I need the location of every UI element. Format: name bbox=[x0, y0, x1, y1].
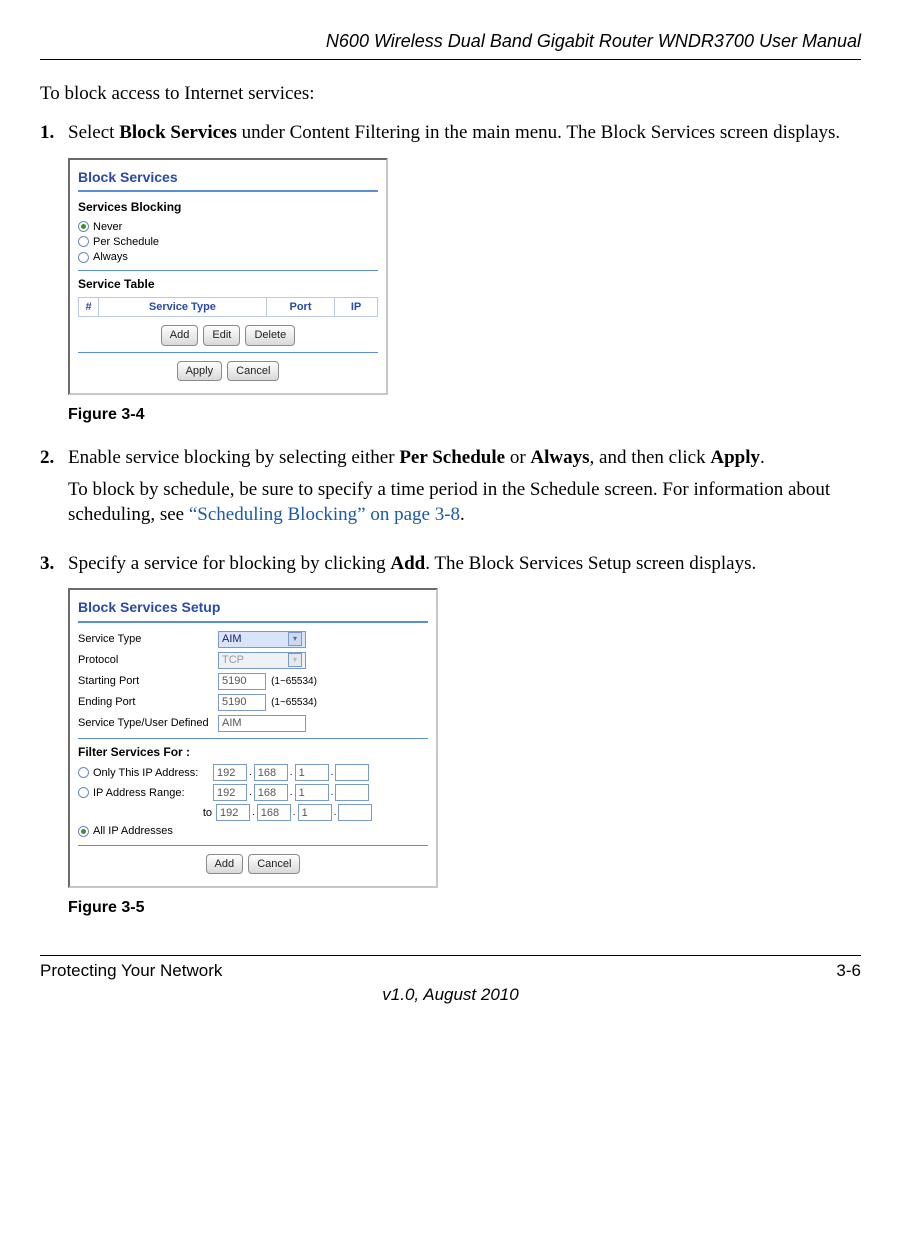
ip-octet-4[interactable] bbox=[338, 804, 372, 821]
ip-octet-3[interactable]: 1 bbox=[295, 784, 329, 801]
starting-port-hint: (1~65534) bbox=[271, 676, 317, 687]
step-2: 2. Enable service blocking by selecting … bbox=[40, 446, 861, 540]
only-ip-inputs: 192. 168. 1. bbox=[213, 764, 369, 781]
step-2-number: 2. bbox=[40, 446, 68, 540]
col-port: Port bbox=[266, 298, 334, 317]
panel-title: Block Services Setup bbox=[78, 594, 428, 618]
edit-button[interactable]: Edit bbox=[203, 325, 240, 345]
ip-octet-3[interactable]: 1 bbox=[298, 804, 332, 821]
block-services-setup-screenshot: Block Services Setup Service Type AIM ▾ … bbox=[68, 588, 438, 887]
figure-3-5: Block Services Setup Service Type AIM ▾ … bbox=[68, 588, 861, 887]
service-table: # Service Type Port IP bbox=[78, 297, 378, 317]
radio-always[interactable]: Always bbox=[78, 250, 378, 264]
ip-octet-1[interactable]: 192 bbox=[216, 804, 250, 821]
range-to-inputs: 192. 168. 1. bbox=[216, 804, 372, 821]
ip-octet-1[interactable]: 192 bbox=[213, 764, 247, 781]
ip-octet-4[interactable] bbox=[335, 764, 369, 781]
chevron-down-icon: ▾ bbox=[288, 653, 302, 667]
page-footer: Protecting Your Network 3-6 v1.0, August… bbox=[40, 955, 861, 1006]
step-3-number: 3. bbox=[40, 552, 68, 577]
divider bbox=[78, 190, 378, 192]
protocol-select[interactable]: TCP ▾ bbox=[218, 652, 306, 669]
ip-octet-4[interactable] bbox=[335, 784, 369, 801]
radio-per-schedule[interactable]: Per Schedule bbox=[78, 235, 378, 249]
step-3-body: Specify a service for blocking by clicki… bbox=[68, 552, 861, 577]
ip-range-to-row: to 192. 168. 1. bbox=[78, 804, 428, 821]
panel-title: Block Services bbox=[78, 164, 378, 188]
service-table-label: Service Table bbox=[78, 277, 378, 293]
radio-icon bbox=[78, 252, 89, 263]
block-services-screenshot: Block Services Services Blocking Never P… bbox=[68, 158, 388, 395]
form-button-row: Apply Cancel bbox=[78, 361, 378, 381]
footer-version: v1.0, August 2010 bbox=[40, 984, 861, 1006]
label-ending-port: Ending Port bbox=[78, 695, 218, 709]
label-protocol: Protocol bbox=[78, 653, 218, 667]
service-type-select[interactable]: AIM ▾ bbox=[218, 631, 306, 648]
radio-icon bbox=[78, 221, 89, 232]
range-from-inputs: 192. 168. 1. bbox=[213, 784, 369, 801]
running-header: N600 Wireless Dual Band Gigabit Router W… bbox=[40, 30, 861, 60]
radio-only-this-ip[interactable]: Only This IP Address: 192. 168. 1. bbox=[78, 764, 428, 781]
ip-octet-2[interactable]: 168 bbox=[257, 804, 291, 821]
add-button[interactable]: Add bbox=[206, 854, 244, 874]
cancel-button[interactable]: Cancel bbox=[227, 361, 279, 381]
ip-octet-3[interactable]: 1 bbox=[295, 764, 329, 781]
scheduling-link[interactable]: “Scheduling Blocking” on page 3-8 bbox=[189, 504, 460, 525]
ending-port-input[interactable]: 5190 bbox=[218, 694, 266, 711]
figure-3-5-caption: Figure 3-5 bbox=[68, 898, 861, 919]
radio-icon bbox=[78, 236, 89, 247]
services-blocking-label: Services Blocking bbox=[78, 200, 378, 216]
radio-icon bbox=[78, 826, 89, 837]
figure-3-4-caption: Figure 3-4 bbox=[68, 405, 861, 426]
footer-section: Protecting Your Network bbox=[40, 960, 222, 982]
divider bbox=[78, 270, 378, 271]
setup-form: Service Type AIM ▾ Protocol TCP ▾ Starti… bbox=[78, 631, 428, 732]
label-service-type: Service Type bbox=[78, 632, 218, 646]
figure-3-4: Block Services Services Blocking Never P… bbox=[68, 158, 861, 395]
ip-octet-2[interactable]: 168 bbox=[254, 764, 288, 781]
ip-octet-1[interactable]: 192 bbox=[213, 784, 247, 801]
label-starting-port: Starting Port bbox=[78, 674, 218, 688]
user-defined-input[interactable]: AIM bbox=[218, 715, 306, 732]
starting-port-input[interactable]: 5190 bbox=[218, 673, 266, 690]
radio-icon bbox=[78, 787, 89, 798]
radio-all-ip[interactable]: All IP Addresses bbox=[78, 824, 428, 838]
divider bbox=[78, 352, 378, 353]
setup-button-row: Add Cancel bbox=[78, 854, 428, 874]
radio-icon bbox=[78, 767, 89, 778]
col-ip: IP bbox=[335, 298, 378, 317]
radio-never[interactable]: Never bbox=[78, 220, 378, 234]
divider bbox=[78, 621, 428, 623]
divider bbox=[78, 738, 428, 739]
divider bbox=[78, 845, 428, 846]
step-1-number: 1. bbox=[40, 121, 68, 146]
filter-services-label: Filter Services For : bbox=[78, 745, 428, 761]
ip-octet-2[interactable]: 168 bbox=[254, 784, 288, 801]
step-3: 3. Specify a service for blocking by cli… bbox=[40, 552, 861, 577]
step-2-body: Enable service blocking by selecting eit… bbox=[68, 446, 861, 540]
label-user-defined: Service Type/User Defined bbox=[78, 716, 218, 730]
step-2-note: To block by schedule, be sure to specify… bbox=[68, 478, 861, 527]
chevron-down-icon: ▾ bbox=[288, 632, 302, 646]
col-service-type: Service Type bbox=[99, 298, 267, 317]
intro-text: To block access to Internet services: bbox=[40, 82, 861, 107]
apply-button[interactable]: Apply bbox=[177, 361, 223, 381]
add-button[interactable]: Add bbox=[161, 325, 199, 345]
step-1: 1. Select Block Services under Content F… bbox=[40, 121, 861, 146]
radio-ip-range[interactable]: IP Address Range: 192. 168. 1. bbox=[78, 784, 428, 801]
table-button-row: Add Edit Delete bbox=[78, 325, 378, 345]
ending-port-hint: (1~65534) bbox=[271, 697, 317, 708]
delete-button[interactable]: Delete bbox=[245, 325, 295, 345]
col-num: # bbox=[79, 298, 99, 317]
cancel-button[interactable]: Cancel bbox=[248, 854, 300, 874]
step-1-body: Select Block Services under Content Filt… bbox=[68, 121, 861, 146]
footer-page: 3-6 bbox=[836, 960, 861, 982]
